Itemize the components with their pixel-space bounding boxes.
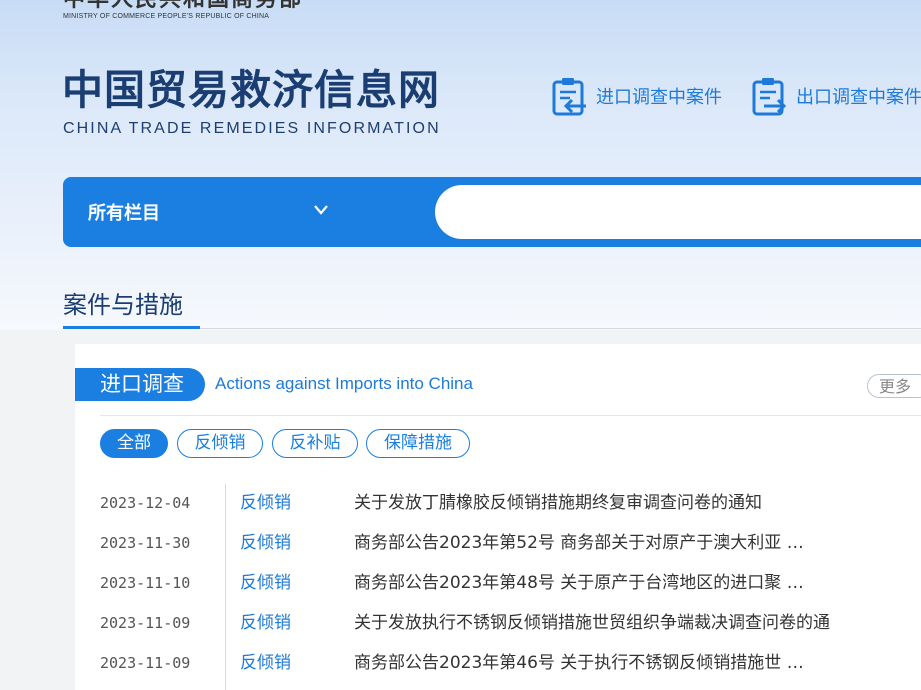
clipboard-export-icon [752,78,787,116]
case-title[interactable]: 关于发放执行不锈钢反倾销措施世贸组织争端裁决调查问卷的通 [354,603,830,643]
filter-safeguard[interactable]: 保障措施 [366,429,470,458]
category-dropdown-label: 所有栏目 [88,203,160,224]
panel-tag: 进口调查 [75,368,205,401]
case-type[interactable]: 反倾销 [240,563,291,603]
case-date: 2023-11-30 [100,534,191,552]
case-title[interactable]: 商务部公告2023年第52号 商务部关于对原产于澳大利亚 … [354,523,804,563]
case-type[interactable]: 反倾销 [240,603,291,643]
panel-subtitle: Actions against Imports into China [215,374,473,393]
ministry-logo[interactable]: 中华人民共和国商务部 MINISTRY OF COMMERCE PEOPLE'S… [63,0,303,21]
case-list-item[interactable]: 2023-11-30 反倾销 商务部公告2023年第52号 商务部关于对原产于澳… [0,523,921,563]
case-title[interactable]: 关于发放丁腈橡胶反倾销措施期终复审调查问卷的通知 [354,483,762,523]
search-input[interactable] [435,185,921,239]
ministry-name-en: MINISTRY OF COMMERCE PEOPLE'S REPUBLIC O… [63,13,270,20]
panel-divider [100,415,921,416]
case-date: 2023-12-04 [100,494,191,512]
case-list-item[interactable]: 2023-11-09 反倾销 商务部公告2023年第46号 关于执行不锈钢反倾销… [0,643,921,683]
case-list-item[interactable]: 2023-11-10 反倾销 商务部公告2023年第48号 关于原产于台湾地区的… [0,563,921,603]
case-title[interactable]: 商务部公告2023年第48号 关于原产于台湾地区的进口聚 … [354,563,804,603]
case-date: 2023-11-09 [100,654,191,672]
case-list-item[interactable]: 2023-11-09 反倾销 关于发放执行不锈钢反倾销措施世贸组织争端裁决调查问… [0,603,921,643]
case-type[interactable]: 反倾销 [240,483,291,523]
case-date: 2023-11-09 [100,614,191,632]
filter-all[interactable]: 全部 [100,429,168,458]
case-type[interactable]: 反倾销 [240,643,291,683]
chevron-down-icon [314,205,328,215]
ministry-name-cn: 中华人民共和国商务部 [63,0,303,12]
case-list-item[interactable]: 2023-12-04 反倾销 关于发放丁腈橡胶反倾销措施期终复审调查问卷的通知 [0,483,921,523]
export-cases-link[interactable]: 出口调查中案件 [752,76,921,116]
case-type[interactable]: 反倾销 [240,523,291,563]
site-subtitle: CHINA TRADE REMEDIES INFORMATION [63,120,441,137]
case-title[interactable]: 商务部公告2023年第46号 关于执行不锈钢反倾销措施世 … [354,643,804,683]
category-dropdown[interactable]: 所有栏目 [63,177,353,247]
clipboard-import-icon [552,78,586,116]
header-background [0,0,921,330]
more-button[interactable]: 更多 [867,374,921,398]
section-title: 案件与措施 [63,291,183,319]
search-bar: 所有栏目 [63,177,921,247]
export-cases-label: 出口调查中案件 [796,87,921,108]
case-date: 2023-11-10 [100,574,191,592]
filter-countervailing[interactable]: 反补贴 [272,429,358,458]
filter-anti-dumping[interactable]: 反倾销 [177,429,263,458]
site-title[interactable]: 中国贸易救济信息网 [62,66,440,114]
import-cases-label: 进口调查中案件 [596,87,722,108]
import-cases-link[interactable]: 进口调查中案件 [552,76,722,116]
section-title-underline [63,326,200,329]
